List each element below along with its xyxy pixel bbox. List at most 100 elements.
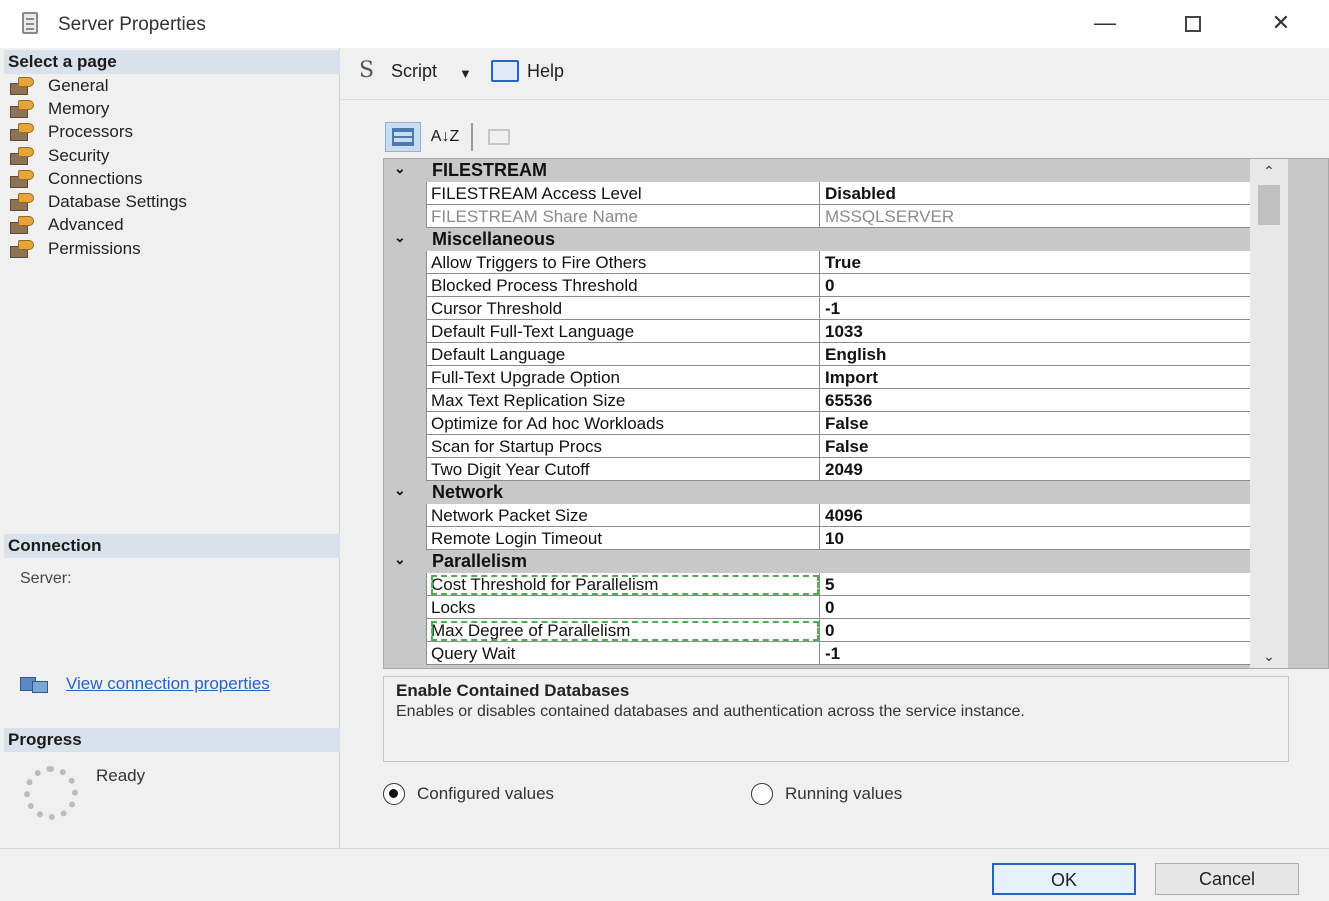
property-value[interactable]: Disabled bbox=[825, 184, 896, 204]
property-name: Blocked Process Threshold bbox=[431, 276, 638, 295]
property-row[interactable]: Blocked Process Threshold 0 bbox=[426, 274, 1250, 297]
property-value[interactable]: English bbox=[825, 345, 886, 365]
property-value[interactable]: 1033 bbox=[825, 322, 863, 342]
property-value[interactable]: MSSQLSERVER bbox=[825, 207, 954, 227]
toolbar: Script ▼ Help bbox=[341, 48, 1329, 100]
property-row[interactable]: Remote Login Timeout 10 bbox=[426, 527, 1250, 550]
page-item-label: Permissions bbox=[48, 238, 141, 258]
page-item-label: Database Settings bbox=[48, 192, 187, 212]
category-parallelism[interactable]: ⌄ Parallelism bbox=[384, 550, 1250, 573]
running-radio-dot[interactable] bbox=[751, 783, 773, 805]
property-value[interactable]: False bbox=[825, 437, 868, 457]
property-value[interactable]: True bbox=[825, 253, 861, 273]
property-row[interactable]: Network Packet Size 4096 bbox=[426, 504, 1250, 527]
configured-radio-dot[interactable] bbox=[383, 783, 405, 805]
help-button[interactable]: Help bbox=[491, 60, 564, 82]
property-row[interactable]: Query Wait -1 bbox=[426, 642, 1250, 665]
property-value[interactable]: 2049 bbox=[825, 460, 863, 480]
property-row[interactable]: FILESTREAM Access Level Disabled bbox=[426, 182, 1250, 205]
running-values-label: Running values bbox=[785, 784, 903, 803]
property-name: Scan for Startup Procs bbox=[431, 437, 603, 456]
page-item-processors[interactable]: Processors bbox=[8, 121, 187, 144]
script-button[interactable]: Script bbox=[355, 58, 437, 83]
property-name: Allow Triggers to Fire Others bbox=[431, 253, 647, 272]
property-row[interactable]: Cursor Threshold -1 bbox=[426, 297, 1250, 320]
running-values-radio[interactable]: Running values bbox=[751, 783, 902, 805]
property-name: Two Digit Year Cutoff bbox=[431, 460, 590, 479]
title-bar: Server Properties — ✕ bbox=[0, 0, 1329, 48]
page-item-advanced[interactable]: Advanced bbox=[8, 214, 187, 237]
page-wrench-icon bbox=[8, 146, 34, 165]
property-row[interactable]: Locks 0 bbox=[426, 596, 1250, 619]
scroll-up-icon[interactable]: ⌃ bbox=[1250, 159, 1288, 183]
property-row[interactable]: Optimize for Ad hoc Workloads False bbox=[426, 412, 1250, 435]
close-button[interactable]: ✕ bbox=[1258, 6, 1304, 40]
property-row[interactable]: Default Full-Text Language 1033 bbox=[426, 320, 1250, 343]
property-row[interactable]: Cost Threshold for Parallelism 5 bbox=[426, 573, 1250, 596]
property-value[interactable]: 65536 bbox=[825, 391, 872, 411]
scroll-down-icon[interactable]: ⌄ bbox=[1250, 644, 1288, 668]
page-wrench-icon bbox=[8, 76, 34, 95]
page-item-connections[interactable]: Connections bbox=[8, 167, 187, 190]
property-row[interactable]: FILESTREAM Share Name MSSQLSERVER bbox=[426, 205, 1250, 228]
categorized-button[interactable] bbox=[385, 122, 421, 152]
page-item-security[interactable]: Security bbox=[8, 144, 187, 167]
category-network[interactable]: ⌄ Network bbox=[384, 481, 1250, 504]
minimize-button[interactable]: — bbox=[1082, 6, 1128, 40]
grid-scrollbar[interactable]: ⌃ ⌄ bbox=[1250, 159, 1288, 668]
select-page-header: Select a page bbox=[4, 50, 340, 74]
column-divider bbox=[819, 274, 820, 296]
category-filestream[interactable]: ⌄ FILESTREAM bbox=[384, 159, 1250, 182]
configured-values-radio[interactable]: Configured values bbox=[383, 783, 554, 805]
property-value[interactable]: 0 bbox=[825, 621, 834, 641]
property-value[interactable]: Import bbox=[825, 368, 878, 388]
property-row[interactable]: Max Degree of Parallelism 0 bbox=[426, 619, 1250, 642]
view-connection-properties[interactable]: View connection properties bbox=[20, 674, 270, 694]
property-name: FILESTREAM Access Level bbox=[431, 184, 642, 203]
page-wrench-icon bbox=[8, 193, 34, 212]
page-item-general[interactable]: General bbox=[8, 74, 187, 97]
property-pages-icon bbox=[488, 129, 510, 145]
collapse-chevron-icon[interactable]: ⌄ bbox=[394, 482, 406, 499]
server-label: Server: bbox=[20, 570, 72, 587]
property-row[interactable]: Max Text Replication Size 65536 bbox=[426, 389, 1250, 412]
property-value[interactable]: 10 bbox=[825, 529, 844, 549]
script-dropdown-arrow-icon[interactable]: ▼ bbox=[459, 66, 472, 81]
column-divider bbox=[819, 435, 820, 457]
property-row[interactable]: Full-Text Upgrade Option Import bbox=[426, 366, 1250, 389]
scroll-thumb[interactable] bbox=[1258, 185, 1280, 225]
page-item-permissions[interactable]: Permissions bbox=[8, 237, 187, 260]
help-icon bbox=[491, 60, 519, 82]
alphabetical-button[interactable]: A↓Z bbox=[427, 122, 463, 152]
property-value[interactable]: 5 bbox=[825, 575, 834, 595]
page-item-memory[interactable]: Memory bbox=[8, 97, 187, 120]
page-item-label: Connections bbox=[48, 168, 143, 188]
property-name: Default Language bbox=[431, 345, 566, 364]
category-miscellaneous[interactable]: ⌄ Miscellaneous bbox=[384, 228, 1250, 251]
column-divider bbox=[819, 412, 820, 434]
cancel-button[interactable]: Cancel bbox=[1155, 863, 1299, 895]
property-value[interactable]: False bbox=[825, 414, 868, 434]
property-name: Query Wait bbox=[431, 644, 516, 663]
property-value[interactable]: 0 bbox=[825, 276, 834, 296]
collapse-chevron-icon[interactable]: ⌄ bbox=[394, 160, 406, 177]
categorized-icon bbox=[392, 128, 414, 146]
property-row[interactable]: Default Language English bbox=[426, 343, 1250, 366]
property-value[interactable]: -1 bbox=[825, 644, 840, 664]
property-row[interactable]: Allow Triggers to Fire Others True bbox=[426, 251, 1250, 274]
ok-button[interactable]: OK bbox=[992, 863, 1136, 895]
server-properties-window: Server Properties — ✕ Select a page Gene… bbox=[0, 0, 1329, 901]
collapse-chevron-icon[interactable]: ⌄ bbox=[394, 551, 406, 568]
page-item-label: Memory bbox=[48, 98, 110, 118]
property-value[interactable]: 0 bbox=[825, 598, 834, 618]
collapse-chevron-icon[interactable]: ⌄ bbox=[394, 229, 406, 246]
property-row[interactable]: Scan for Startup Procs False bbox=[426, 435, 1250, 458]
property-value[interactable]: 4096 bbox=[825, 506, 863, 526]
property-row[interactable]: Two Digit Year Cutoff 2049 bbox=[426, 458, 1250, 481]
page-item-database-settings[interactable]: Database Settings bbox=[8, 190, 187, 213]
property-value[interactable]: -1 bbox=[825, 299, 840, 319]
property-grid: ⌃ ⌄ ⌄ FILESTREAM FILESTREAM Access Level Di… bbox=[383, 158, 1329, 669]
column-divider bbox=[819, 619, 820, 641]
maximize-button[interactable] bbox=[1170, 6, 1216, 40]
view-connection-link[interactable]: View connection properties bbox=[66, 674, 270, 694]
